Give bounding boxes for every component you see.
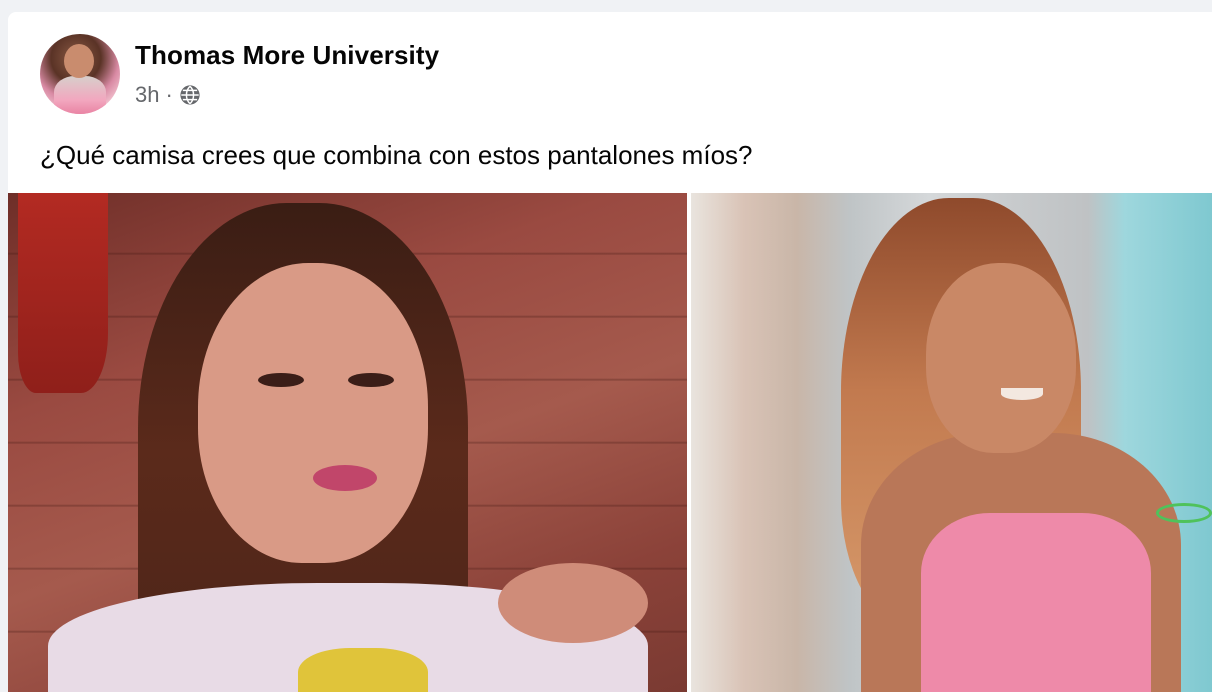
post-message: ¿Qué camisa crees que combina con estos … [40,140,753,170]
post-header: Thomas More University 3h · [8,12,1212,122]
meta-separator: · [165,82,173,107]
post-meta: 3h · [135,82,201,108]
post-card: Thomas More University 3h · ¿Qué camisa … [8,12,1212,692]
lips-shape [313,465,377,491]
eye-shape [258,373,304,387]
avatar-face-shape [64,44,94,78]
eye-shape [348,373,394,387]
globe-icon[interactable] [179,84,201,106]
author-name-link[interactable]: Thomas More University [135,40,439,71]
author-avatar[interactable] [40,34,120,114]
photo-grid [8,193,1212,692]
bracelet-shape [1156,503,1212,523]
avatar-body-shape [54,76,106,114]
face-shape [198,263,428,563]
smile-shape [1001,388,1043,400]
top-shape [921,513,1151,692]
shirt-print-shape [298,648,428,692]
post-timestamp[interactable]: 3h [135,82,159,108]
red-cloth-shape [18,193,108,393]
hand-shape [498,563,648,643]
photo-right[interactable] [691,193,1212,692]
photo-left[interactable] [8,193,687,692]
face-shape [926,263,1076,453]
